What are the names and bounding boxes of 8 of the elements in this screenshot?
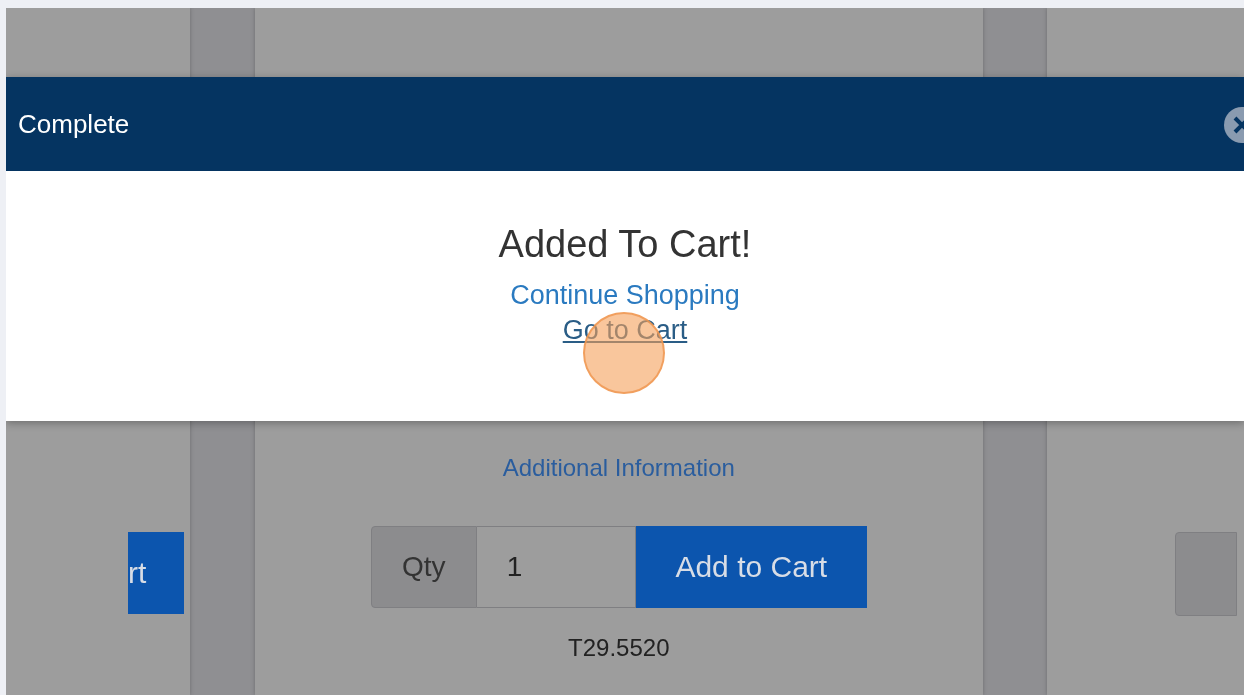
- dialog-title: Complete: [18, 108, 130, 140]
- add-to-cart-button[interactable]: rt: [127, 532, 184, 614]
- dialog-link[interactable]: Continue Shopping: [510, 280, 740, 311]
- sku-text: T29.5520: [568, 634, 670, 662]
- dialog-message: Added To Cart!: [498, 223, 752, 266]
- qty-field[interactable]: 1: [476, 526, 636, 608]
- add-to-cart-button[interactable]: Add to Cart: [635, 526, 867, 608]
- qty-label: Qty: [370, 526, 477, 608]
